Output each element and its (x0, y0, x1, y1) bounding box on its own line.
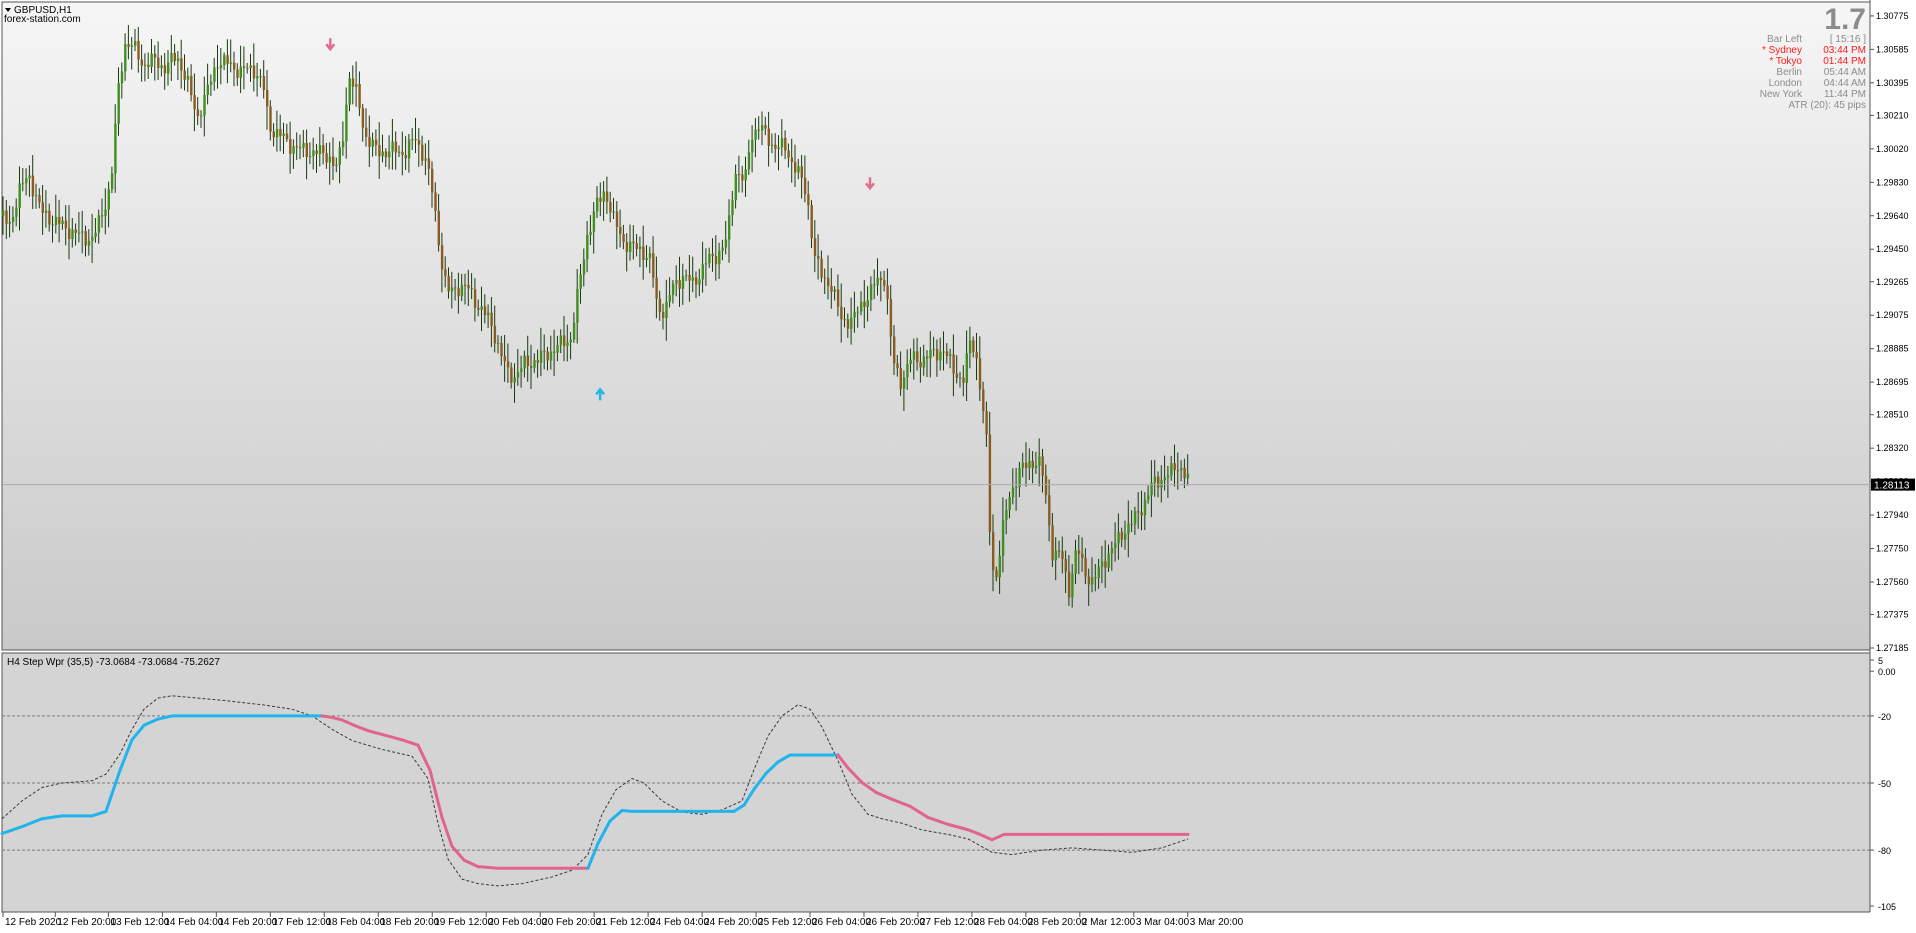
time-tick-label: 27 Feb 12:00 (920, 917, 979, 928)
session-name: Berlin (1776, 67, 1802, 78)
price-tick-label: 1.30020 (1876, 144, 1909, 154)
time-tick-label: 20 Feb 04:00 (488, 917, 547, 928)
time-tick-label: 14 Feb 20:00 (218, 917, 277, 928)
current-price-label: 1.28113 (1871, 478, 1915, 492)
current-price-value: 1.28113 (1874, 481, 1910, 492)
indicator-tick-label: 5 (1878, 656, 1883, 666)
wpr-step-segment (320, 714, 334, 719)
price-tick-label: 1.28885 (1876, 344, 1909, 354)
price-tick-label: 1.28320 (1876, 443, 1909, 453)
price-tick-label: 1.30585 (1876, 44, 1909, 54)
time-tick-label: 26 Feb 20:00 (866, 917, 925, 928)
time-tick-label: 21 Feb 12:00 (596, 917, 655, 928)
watermark: forex-station.com (4, 14, 81, 25)
time-tick-label: 12 Feb 20:00 (57, 917, 116, 928)
time-tick-label: 25 Feb 12:00 (758, 917, 817, 928)
session-name: * Sydney (1762, 45, 1802, 56)
price-tick-label: 1.27560 (1876, 577, 1909, 587)
time-tick-label: 3 Mar 04:00 (1136, 917, 1190, 928)
time-tick-label: 28 Feb 04:00 (974, 917, 1033, 928)
session-time: 01:44 PM (1823, 56, 1866, 67)
wpr-step-segment (620, 809, 634, 813)
price-pane[interactable] (1, 1, 1871, 651)
price-tick-label: 1.29830 (1876, 177, 1909, 187)
atr-readout: ATR (20): 45 pips (1788, 100, 1866, 111)
time-tick-label: 3 Mar 20:00 (1190, 917, 1244, 928)
price-tick-label: 1.29075 (1876, 310, 1909, 320)
indicator-title: H4 Step Wpr (35,5) -73.0684 -73.0684 -75… (7, 657, 220, 668)
time-tick-label: 24 Feb 20:00 (704, 917, 763, 928)
session-name: * Tokyo (1769, 56, 1802, 67)
session-time: [ 15:16 ] (1830, 34, 1866, 45)
price-tick-label: 1.27750 (1876, 544, 1909, 554)
session-name: New York (1760, 89, 1803, 100)
price-tick-label: 1.27185 (1876, 643, 1909, 653)
price-axis (1870, 0, 1916, 933)
indicator-tick-label: -50 (1878, 779, 1891, 789)
time-tick-label: 26 Feb 04:00 (812, 917, 871, 928)
session-time: 04:44 AM (1824, 78, 1866, 89)
time-axis: 12 Feb 202012 Feb 20:0013 Feb 12:0014 Fe… (2, 912, 1244, 928)
time-tick-label: 24 Feb 04:00 (650, 917, 709, 928)
session-name: London (1769, 78, 1802, 89)
spread-value: 1.7 (1824, 3, 1866, 36)
price-tick-label: 1.28510 (1876, 410, 1909, 420)
session-name: Bar Left (1767, 34, 1802, 45)
price-tick-label: 1.27375 (1876, 610, 1909, 620)
time-tick-label: 28 Feb 20:00 (1028, 917, 1087, 928)
price-tick-label: 1.30395 (1876, 78, 1909, 88)
time-tick-label: 18 Feb 20:00 (380, 917, 439, 928)
time-tick-label: 18 Feb 04:00 (326, 917, 385, 928)
time-tick-label: 14 Feb 04:00 (164, 917, 223, 928)
price-tick-label: 1.29265 (1876, 277, 1909, 287)
time-tick-label: 2 Mar 12:00 (1082, 917, 1136, 928)
indicator-tick-label: -20 (1878, 712, 1891, 722)
session-time: 11:44 PM (1824, 89, 1866, 100)
chart-canvas: 1.30775 1.30585 1.30395 1.30210 1.30020 1.298… (0, 0, 1916, 933)
indicator-tick-label: 0.00 (1878, 667, 1896, 677)
price-tick-label: 1.28695 (1876, 377, 1909, 387)
price-tick-label: 1.30775 (1876, 11, 1909, 21)
time-tick-label: 13 Feb 12:00 (110, 917, 169, 928)
session-time: 03:44 PM (1823, 45, 1866, 56)
indicator-tick-label: -105 (1878, 902, 1896, 912)
price-tick-label: 1.29640 (1876, 211, 1909, 221)
wpr-step-segment (476, 865, 500, 870)
price-tick-label: 1.27940 (1876, 510, 1909, 520)
indicator-tick-label: -80 (1878, 846, 1891, 856)
time-tick-label: 19 Feb 12:00 (434, 917, 493, 928)
time-tick-label: 20 Feb 20:00 (542, 917, 601, 928)
time-tick-label: 17 Feb 12:00 (272, 917, 331, 928)
time-tick-label: 12 Feb 2020 (5, 917, 62, 928)
session-time: 05:44 AM (1824, 67, 1866, 78)
price-tick-label: 1.29450 (1876, 244, 1909, 254)
price-tick-label: 1.30210 (1876, 110, 1909, 120)
